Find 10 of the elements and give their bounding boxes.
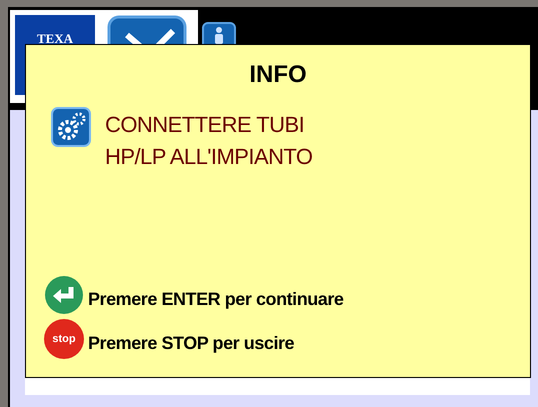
- instruction-text: Premere STOP per uscire: [88, 332, 294, 355]
- person-icon[interactable]: [202, 22, 236, 44]
- dialog-title: INFO: [249, 63, 307, 87]
- message-line: HP/LP ALL'IMPIANTO: [105, 143, 312, 171]
- logo-text: TEXA: [36, 32, 74, 45]
- stop-sign: stop: [44, 319, 84, 359]
- enter-key-icon: [44, 275, 84, 315]
- message-line: CONNETTERE TUBI: [105, 111, 306, 139]
- instruction-text: Premere ENTER per continuare: [88, 288, 344, 311]
- gears-icon: [51, 107, 91, 147]
